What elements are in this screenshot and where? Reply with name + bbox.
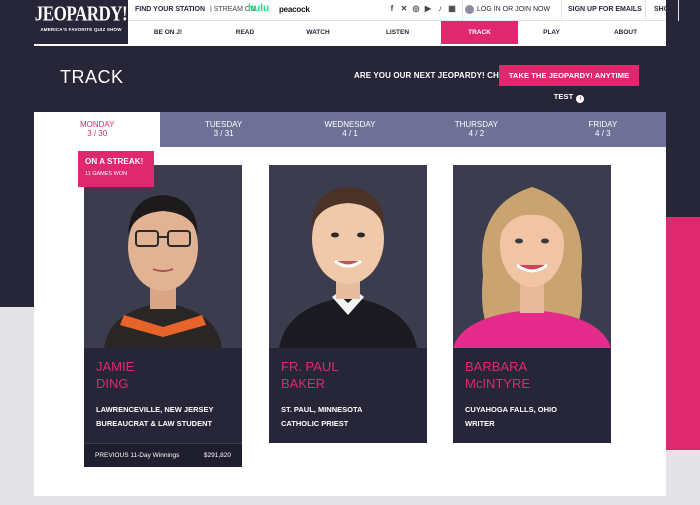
decorative-pink-panel	[666, 217, 700, 450]
utility-bar: FIND YOUR STATION | STREAM ON hulu peaco…	[128, 0, 697, 21]
signup-emails-link[interactable]: SIGN UP FOR EMAILS	[568, 6, 642, 13]
logo-tagline: AMERICA'S FAVORITE QUIZ SHOW	[40, 27, 122, 32]
youtube-icon[interactable]: ▶	[424, 4, 432, 13]
tab-day-label: WEDNESDAY	[324, 120, 376, 129]
contestant-occupation: WRITER	[465, 419, 495, 428]
peacock-logo[interactable]: peacock	[279, 5, 310, 14]
tab-date-label: 4 / 2	[468, 129, 485, 138]
divider	[462, 0, 463, 21]
first-name: FR. PAUL	[281, 359, 339, 374]
last-name: DING	[96, 376, 129, 391]
contestant-name: FR. PAUL BAKER	[269, 348, 427, 392]
contestant-name: BARBARA McINTYRE	[453, 348, 611, 392]
logo-wordmark: JEOPARDY!	[34, 1, 128, 26]
nav-be-on-j[interactable]: BE ON J!	[128, 21, 208, 44]
hulu-logo[interactable]: hulu	[248, 3, 269, 14]
streak-subtitle: 11 GAMES WON	[85, 171, 128, 177]
tab-date-label: 3 / 31	[213, 129, 234, 138]
contestant-card[interactable]: BARBARA McINTYRE CUYAHOGA FALLS, OHIO WR…	[453, 165, 611, 443]
day-tabs: MONDAY 3 / 30 TUESDAY 3 / 31 WEDNESDAY 4…	[34, 112, 666, 147]
divider	[561, 0, 562, 21]
tab-tuesday[interactable]: TUESDAY 3 / 31	[160, 112, 286, 147]
contestant-photo	[269, 165, 427, 348]
winnings-bar: PREVIOUS 11-Day Winnings $291,820	[84, 443, 242, 467]
find-station-link[interactable]: FIND YOUR STATION	[135, 6, 205, 13]
tab-date-label: 3 / 30	[87, 129, 108, 138]
x-icon[interactable]: ✕	[400, 4, 408, 13]
site-header: JEOPARDY! AMERICA'S FAVORITE QUIZ SHOW F…	[34, 0, 697, 46]
first-name: BARBARA	[465, 359, 528, 374]
login-link[interactable]: LOG IN OR JOIN NOW	[477, 6, 550, 13]
tab-day-label: THURSDAY	[454, 120, 499, 129]
search-icon[interactable]	[686, 4, 697, 15]
contestant-occupation: CATHOLIC PRIEST	[281, 419, 349, 428]
nav-read[interactable]: READ	[208, 21, 282, 44]
page-title: TRACK	[60, 67, 124, 87]
contestant-occupation: BUREAUCRAT & LAW STUDENT	[96, 419, 213, 428]
arrow-right-icon: ›	[576, 95, 585, 103]
contestant-card[interactable]: FR. PAUL BAKER ST. PAUL, MINNESOTA CATHO…	[269, 165, 427, 443]
tab-date-label: 4 / 3	[595, 129, 611, 138]
main-nav: BE ON J! READ WATCH LISTEN TRACK PLAY AB…	[128, 21, 666, 44]
track-panel: MONDAY 3 / 30 TUESDAY 3 / 31 WEDNESDAY 4…	[34, 112, 666, 496]
contestant-location: ST. PAUL, MINNESOTA	[281, 405, 363, 414]
last-name: McINTYRE	[465, 376, 530, 391]
divider	[678, 0, 679, 21]
contestant-photo	[453, 165, 611, 348]
winnings-value: $291,820	[203, 452, 231, 459]
tab-day-label: MONDAY	[79, 120, 115, 129]
tab-wednesday[interactable]: WEDNESDAY 4 / 1	[287, 112, 413, 147]
last-name: BAKER	[281, 376, 326, 391]
nav-play[interactable]: PLAY	[518, 21, 585, 44]
tab-thursday[interactable]: THURSDAY 4 / 2	[413, 112, 539, 147]
shop-link[interactable]: SHOP	[654, 6, 674, 13]
contestant-photo	[84, 165, 242, 348]
tab-friday[interactable]: FRIDAY 4 / 3	[540, 112, 666, 147]
social-links: f ✕ ◎ ▶ ♪ ▦	[388, 4, 456, 13]
facebook-icon[interactable]: f	[388, 4, 396, 13]
contestant-card[interactable]: JAMIE DING LAWRENCEVILLE, NEW JERSEY BUR…	[84, 165, 242, 467]
store-icon[interactable]: ▦	[448, 4, 456, 13]
jeopardy-logo[interactable]: JEOPARDY! AMERICA'S FAVORITE QUIZ SHOW	[34, 0, 128, 44]
tab-day-label: TUESDAY	[205, 120, 243, 129]
contestant-location: LAWRENCEVILLE, NEW JERSEY	[96, 405, 214, 414]
streak-title: ON A STREAK!	[85, 157, 144, 166]
tab-day-label: FRIDAY	[588, 120, 618, 129]
divider	[645, 0, 646, 21]
tab-date-label: 4 / 1	[342, 129, 358, 138]
nav-track[interactable]: TRACK	[441, 21, 518, 44]
tiktok-icon[interactable]: ♪	[436, 4, 444, 13]
contestant-name: JAMIE DING	[84, 348, 242, 392]
user-icon	[465, 5, 474, 14]
nav-about[interactable]: ABOUT	[585, 21, 666, 44]
contestant-location: CUYAHOGA FALLS, OHIO	[465, 405, 557, 414]
nav-watch[interactable]: WATCH	[282, 21, 354, 44]
anytime-test-button[interactable]: TAKE THE JEOPARDY! ANYTIME TEST ›	[499, 65, 639, 103]
winnings-label: PREVIOUS 11-Day Winnings	[95, 452, 180, 459]
first-name: JAMIE	[96, 359, 135, 374]
tab-monday[interactable]: MONDAY 3 / 30	[34, 112, 161, 147]
instagram-icon[interactable]: ◎	[412, 4, 420, 13]
nav-listen[interactable]: LISTEN	[354, 21, 441, 44]
streak-badge: ON A STREAK! 11 GAMES WON	[78, 151, 154, 187]
